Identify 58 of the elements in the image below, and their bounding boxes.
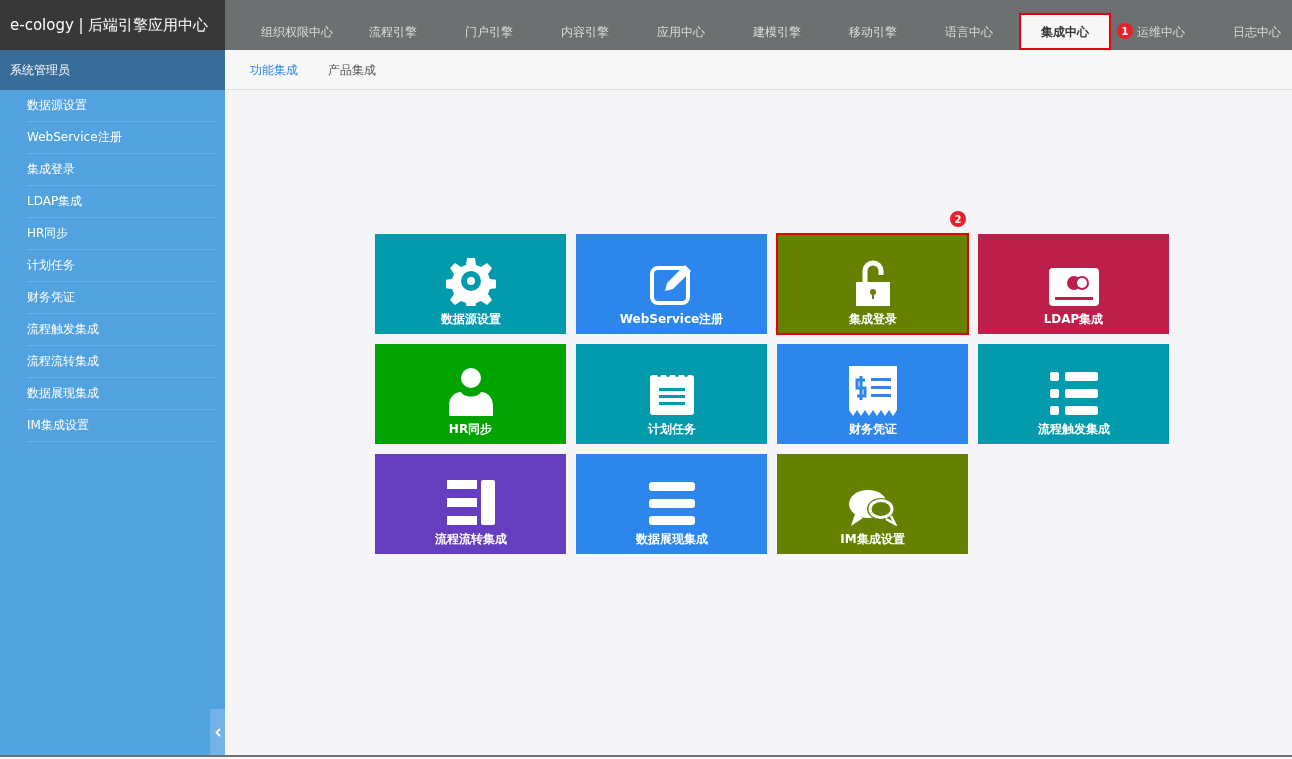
- app-tile[interactable]: LDAP集成: [978, 234, 1169, 334]
- sub-tab[interactable]: 功能集成: [250, 60, 298, 79]
- gear-icon: [445, 256, 496, 306]
- unlock-icon: [854, 260, 891, 306]
- nav-tab[interactable]: 门户引擎: [441, 13, 537, 50]
- tile-label: 集成登录: [848, 311, 897, 328]
- app-title: e-cology | 后端引擎应用中心: [0, 0, 225, 50]
- nav-tab[interactable]: 组织权限中心: [249, 13, 345, 50]
- app-tile[interactable]: WebService注册: [576, 234, 767, 334]
- tile-label: WebService注册: [619, 311, 724, 328]
- tile-label: 数据展现集成: [635, 531, 708, 548]
- receipt-icon: [848, 366, 897, 416]
- sidebar-item[interactable]: 流程触发集成: [27, 314, 216, 346]
- nav-tab[interactable]: 语言中心: [921, 13, 1017, 50]
- tile-label: 财务凭证: [848, 421, 897, 438]
- chevron-left-icon: [214, 727, 221, 737]
- sidebar-item[interactable]: WebService注册: [27, 122, 216, 154]
- app-tile[interactable]: 数据展现集成: [576, 454, 767, 554]
- nav-tab[interactable]: 移动引擎: [825, 13, 921, 50]
- tile-label: 流程流转集成: [434, 531, 507, 548]
- sidebar-item[interactable]: 数据源设置: [27, 90, 216, 122]
- tile-label: 计划任务: [647, 421, 696, 438]
- sidebar-item[interactable]: 流程流转集成: [27, 346, 216, 378]
- collapse-button[interactable]: [210, 709, 225, 755]
- nav-tab[interactable]: 应用中心: [633, 13, 729, 50]
- user-icon: [448, 368, 493, 416]
- app-tile[interactable]: HR同步: [375, 344, 566, 444]
- step-marker: 2: [950, 211, 966, 227]
- tile-label: IM集成设置: [840, 531, 905, 548]
- sidebar-item[interactable]: IM集成设置: [27, 410, 216, 442]
- sidebar-item[interactable]: 数据展现集成: [27, 378, 216, 410]
- user-name: 系统管理员: [0, 50, 225, 90]
- sub-tab[interactable]: 产品集成: [328, 60, 376, 79]
- list-icon: [1049, 372, 1098, 416]
- app-tile[interactable]: 财务凭证: [777, 344, 968, 444]
- sidebar-item[interactable]: 计划任务: [27, 250, 216, 282]
- tile-label: 流程触发集成: [1037, 421, 1110, 438]
- menu-icon: [648, 482, 695, 526]
- sidebar-item[interactable]: LDAP集成: [27, 186, 216, 218]
- nav-tab[interactable]: 日志中心: [1209, 13, 1292, 50]
- chat-bubbles-icon: [848, 488, 897, 526]
- step-marker: 1: [1117, 23, 1133, 39]
- app-tile[interactable]: 数据源设置: [375, 234, 566, 334]
- nav-tab[interactable]: 流程引擎: [345, 13, 441, 50]
- tile-label: HR同步: [448, 421, 493, 438]
- app-tile[interactable]: 流程触发集成: [978, 344, 1169, 444]
- nav-tab[interactable]: 内容引擎: [537, 13, 633, 50]
- app-tile[interactable]: 计划任务: [576, 344, 767, 444]
- sidebar-item[interactable]: 集成登录: [27, 154, 216, 186]
- app-tile[interactable]: IM集成设置: [777, 454, 968, 554]
- nav-tab[interactable]: 建模引擎: [729, 13, 825, 50]
- sidebar-item[interactable]: 财务凭证: [27, 282, 216, 314]
- card-icon: [1048, 268, 1099, 306]
- sidebar-item[interactable]: HR同步: [27, 218, 216, 250]
- app-tile[interactable]: 流程流转集成: [375, 454, 566, 554]
- tile-label: LDAP集成: [1043, 311, 1104, 328]
- split-list-icon: [446, 480, 495, 526]
- tile-label: 数据源设置: [440, 311, 501, 328]
